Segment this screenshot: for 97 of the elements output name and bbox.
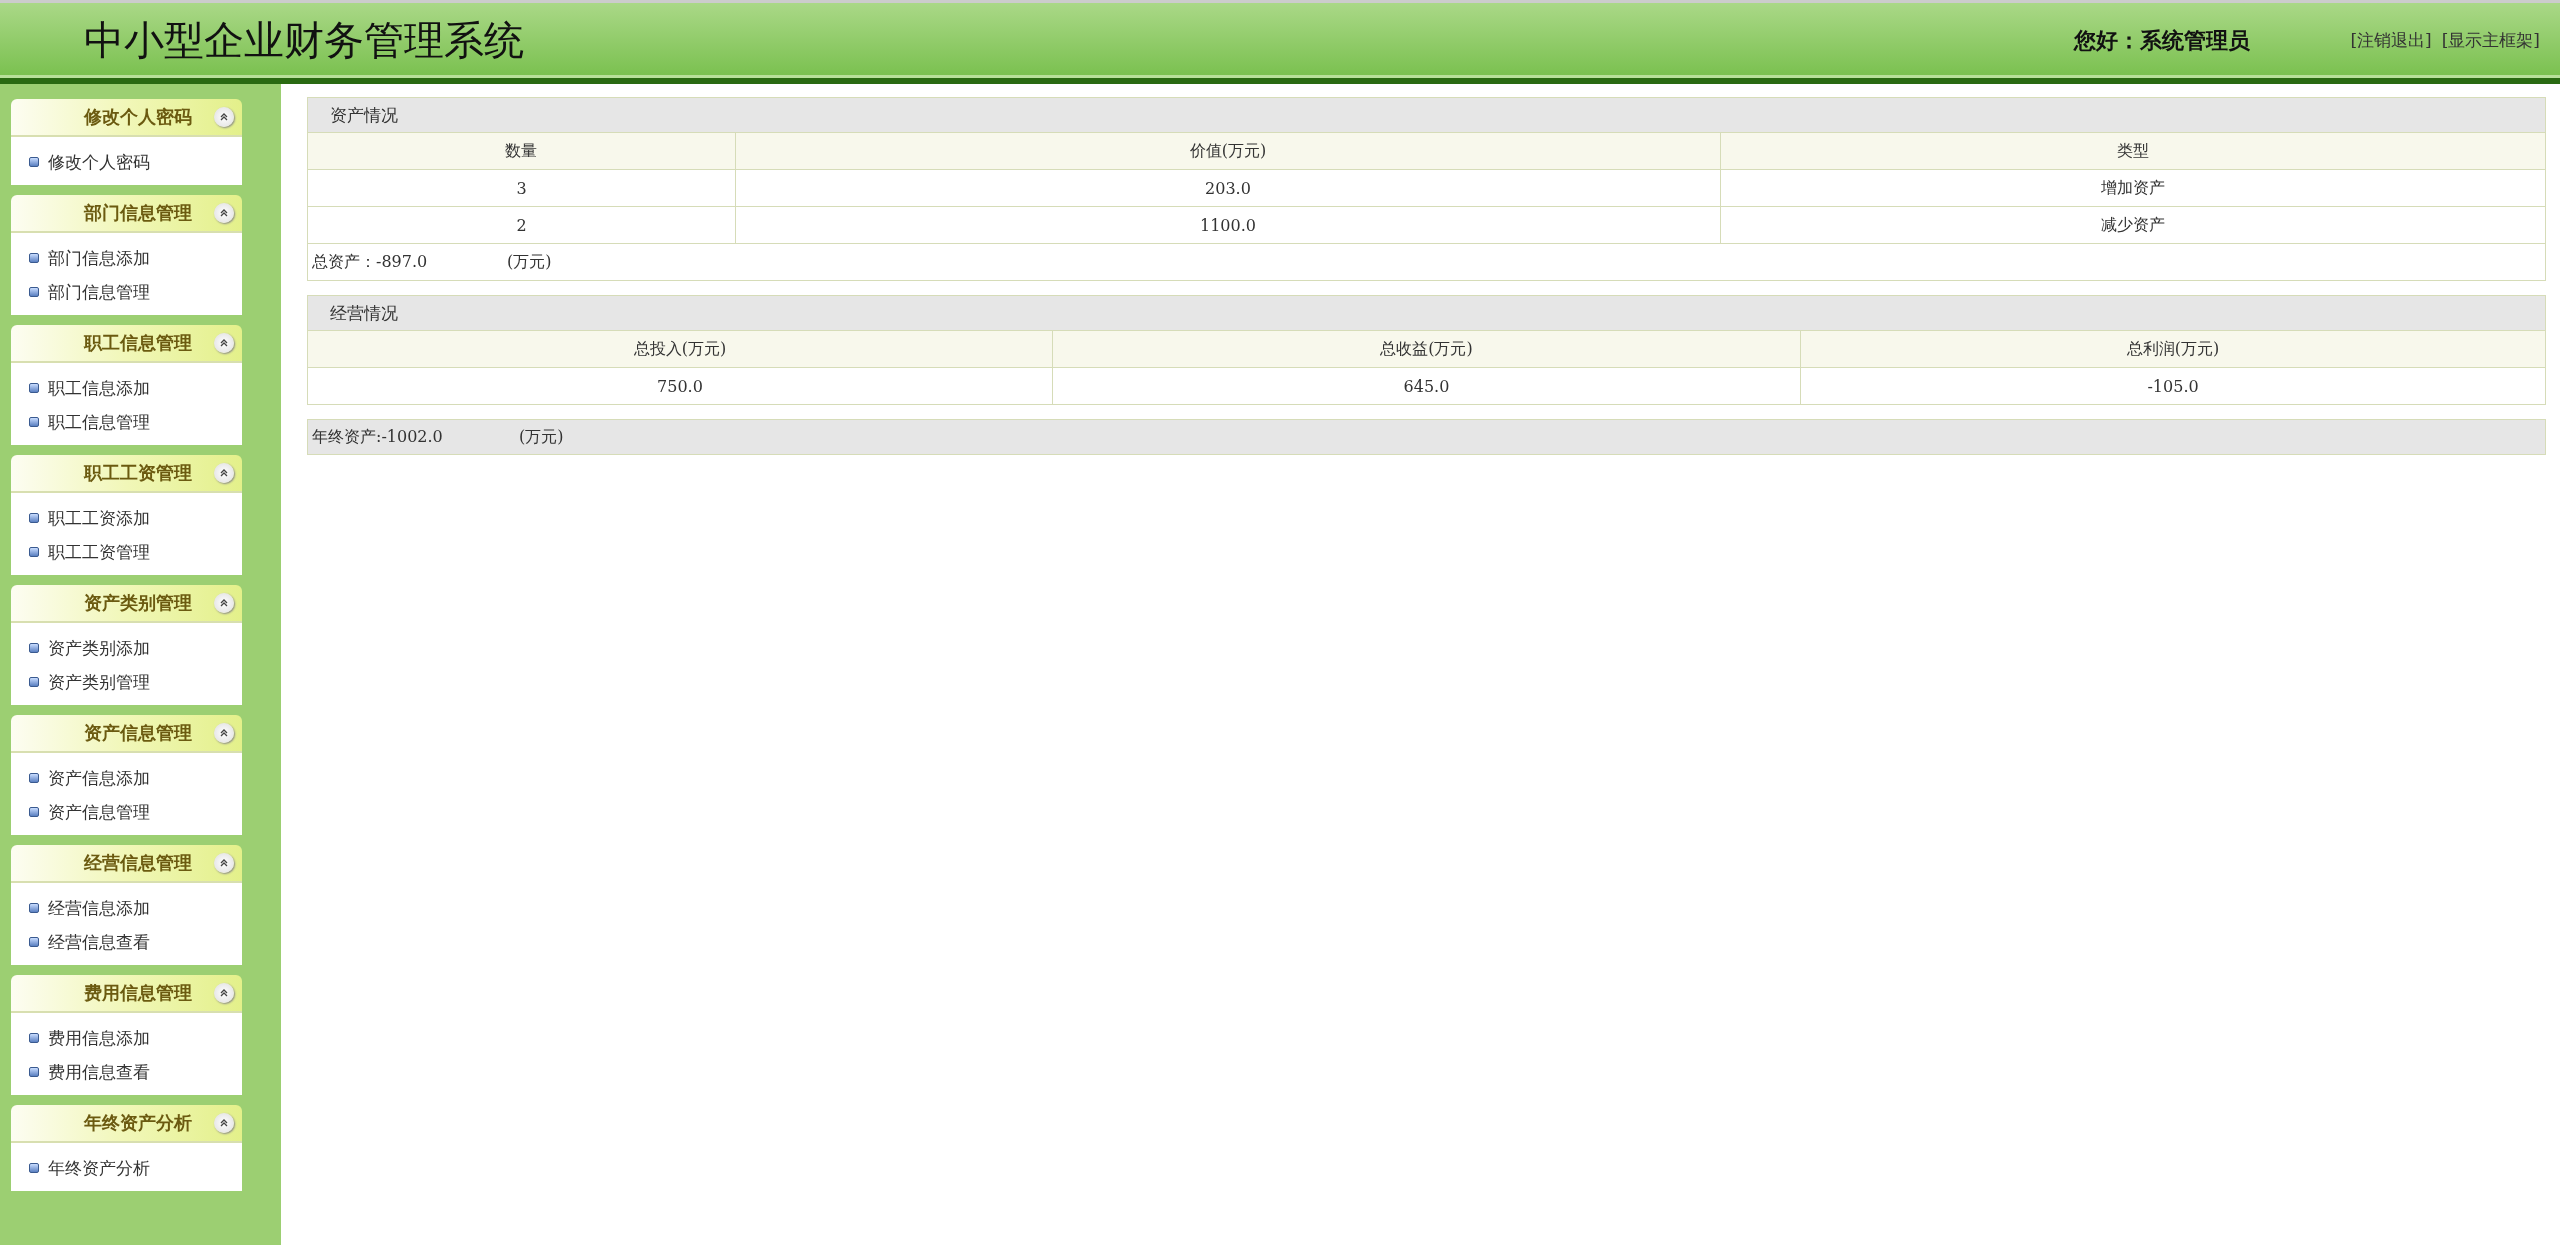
app-title: 中小型企业财务管理系统	[84, 16, 525, 65]
menu-item[interactable]: 经营信息查看	[29, 925, 242, 959]
bullet-icon	[29, 1033, 39, 1043]
total-assets-text: 总资产：-897.0	[312, 251, 429, 273]
column-header: 类型	[1720, 133, 2545, 170]
bullet-icon	[29, 513, 39, 523]
column-header: 价值(万元)	[735, 133, 1721, 170]
bullet-icon	[29, 677, 39, 687]
collapse-icon[interactable]	[214, 203, 234, 223]
menu-group-header[interactable]: 资产信息管理	[11, 715, 242, 753]
section-title: 经营情况	[308, 296, 2545, 331]
menu-item-label: 职工工资添加	[48, 506, 150, 530]
menu-item-label: 资产信息管理	[48, 800, 150, 824]
collapse-icon[interactable]	[214, 333, 234, 353]
bullet-icon	[29, 547, 39, 557]
section-title: 资产情况	[308, 98, 2545, 133]
menu-item-label: 费用信息查看	[48, 1060, 150, 1084]
collapse-icon[interactable]	[214, 1113, 234, 1133]
menu-group-title: 经营信息管理	[84, 851, 192, 875]
menu-group-header[interactable]: 部门信息管理	[11, 195, 242, 233]
unit-text: (万元)	[507, 251, 552, 271]
table-cell: -105.0	[1800, 367, 2545, 404]
bullet-icon	[29, 157, 39, 167]
bullet-icon	[29, 643, 39, 653]
collapse-icon[interactable]	[214, 107, 234, 127]
menu-item[interactable]: 经营信息添加	[29, 891, 242, 925]
bullet-icon	[29, 1163, 39, 1173]
column-header: 总投入(万元)	[308, 331, 1053, 368]
table-cell: 203.0	[735, 169, 1721, 207]
menu-group-title: 费用信息管理	[84, 981, 192, 1005]
menu-item[interactable]: 职工工资管理	[29, 535, 242, 569]
menu-item[interactable]: 资产信息添加	[29, 761, 242, 795]
table-cell: 3	[308, 169, 736, 207]
collapse-icon[interactable]	[214, 853, 234, 873]
menu-item[interactable]: 费用信息查看	[29, 1055, 242, 1089]
collapse-icon[interactable]	[214, 593, 234, 613]
header-link[interactable]: [注销退出]	[2350, 29, 2432, 52]
menu-item[interactable]: 修改个人密码	[29, 145, 242, 179]
bullet-icon	[29, 253, 39, 263]
menu-group-title: 职工信息管理	[84, 331, 192, 355]
table-cell: 2	[308, 206, 736, 244]
menu-item[interactable]: 资产类别管理	[29, 665, 242, 699]
menu-item-label: 修改个人密码	[48, 150, 150, 174]
menu-item[interactable]: 部门信息管理	[29, 275, 242, 309]
menu-item-label: 年终资产分析	[48, 1156, 150, 1180]
menu-item[interactable]: 年终资产分析	[29, 1151, 242, 1185]
menu-item[interactable]: 职工工资添加	[29, 501, 242, 535]
menu-item-label: 部门信息管理	[48, 280, 150, 304]
menu-group-title: 部门信息管理	[84, 201, 192, 225]
menu-group-header[interactable]: 费用信息管理	[11, 975, 242, 1013]
menu-group-header[interactable]: 职工工资管理	[11, 455, 242, 493]
collapse-icon[interactable]	[214, 723, 234, 743]
menu-group-title: 资产类别管理	[84, 591, 192, 615]
menu-group-header[interactable]: 年终资产分析	[11, 1105, 242, 1143]
table-cell: 750.0	[308, 367, 1053, 404]
menu-group-title: 年终资产分析	[84, 1111, 192, 1135]
menu-item[interactable]: 资产类别添加	[29, 631, 242, 665]
menu-item-label: 部门信息添加	[48, 246, 150, 270]
menu-group-header[interactable]: 修改个人密码	[11, 99, 242, 137]
menu-item-label: 职工工资管理	[48, 540, 150, 564]
menu-item-label: 资产信息添加	[48, 766, 150, 790]
menu-item[interactable]: 费用信息添加	[29, 1021, 242, 1055]
unit-text: (万元)	[519, 426, 564, 448]
bullet-icon	[29, 773, 39, 783]
year-end-assets-text: 年终资产:-1002.0	[312, 426, 444, 448]
menu-item-label: 资产类别管理	[48, 670, 150, 694]
greeting-text: 您好：系统管理员	[2074, 25, 2251, 55]
menu-item-label: 费用信息添加	[48, 1026, 150, 1050]
menu-group-title: 修改个人密码	[84, 105, 192, 129]
column-header: 总利润(万元)	[1800, 331, 2545, 368]
menu-group-title: 资产信息管理	[84, 721, 192, 745]
menu-item-label: 经营信息添加	[48, 896, 150, 920]
menu-group-title: 职工工资管理	[84, 461, 192, 485]
bullet-icon	[29, 1067, 39, 1077]
bullet-icon	[29, 383, 39, 393]
menu-item[interactable]: 部门信息添加	[29, 241, 242, 275]
bullet-icon	[29, 807, 39, 817]
column-header: 数量	[308, 133, 736, 170]
bullet-icon	[29, 417, 39, 427]
menu-item-label: 经营信息查看	[48, 930, 150, 954]
bullet-icon	[29, 903, 39, 913]
menu-item[interactable]: 资产信息管理	[29, 795, 242, 829]
menu-group-header[interactable]: 资产类别管理	[11, 585, 242, 623]
column-header: 总收益(万元)	[1052, 331, 1801, 368]
menu-group-header[interactable]: 经营信息管理	[11, 845, 242, 883]
collapse-icon[interactable]	[214, 463, 234, 483]
menu-item-label: 资产类别添加	[48, 636, 150, 660]
bullet-icon	[29, 937, 39, 947]
header-link[interactable]: [显示主框架]	[2441, 29, 2540, 52]
collapse-icon[interactable]	[214, 983, 234, 1003]
menu-item[interactable]: 职工信息管理	[29, 405, 242, 439]
menu-item-label: 职工信息管理	[48, 410, 150, 434]
menu-item-label: 职工信息添加	[48, 376, 150, 400]
bullet-icon	[29, 287, 39, 297]
table-cell: 1100.0	[735, 206, 1721, 244]
menu-group-header[interactable]: 职工信息管理	[11, 325, 242, 363]
menu-item[interactable]: 职工信息添加	[29, 371, 242, 405]
